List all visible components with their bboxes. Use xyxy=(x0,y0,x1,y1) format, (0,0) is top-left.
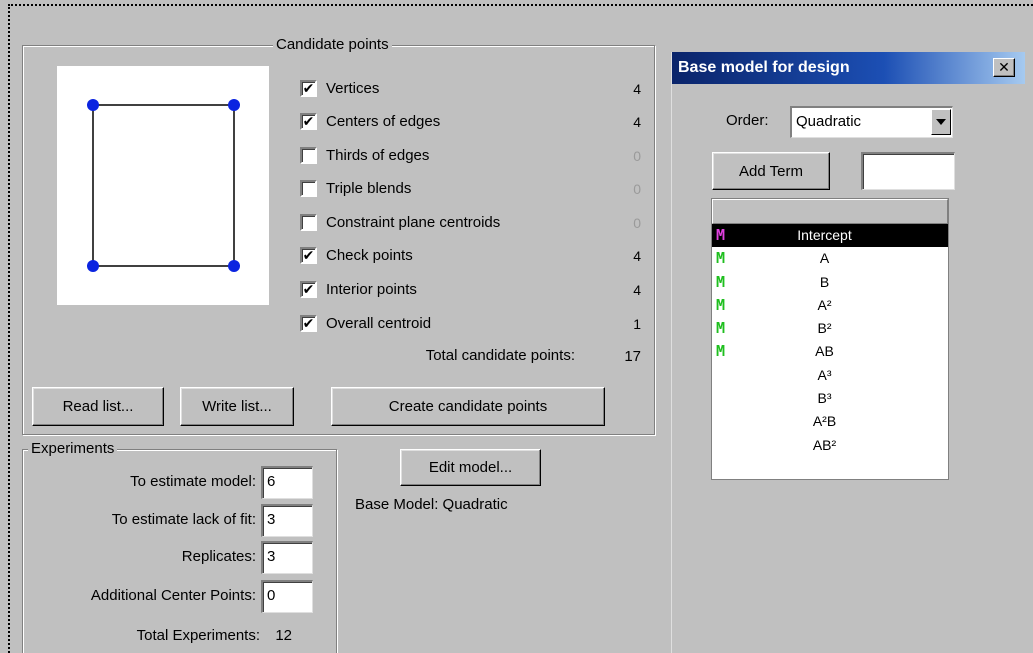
term-name: B xyxy=(819,273,830,290)
vertex-point xyxy=(87,99,99,111)
term-row[interactable]: A³ xyxy=(712,364,948,387)
design-region-plot xyxy=(87,99,240,272)
candidate-option-row[interactable]: ✔ Centers of edges xyxy=(300,110,440,132)
term-row[interactable]: AB² xyxy=(712,434,948,457)
term-row[interactable]: B³ xyxy=(712,387,948,410)
design-region-outline xyxy=(92,104,235,267)
term-row[interactable]: MA xyxy=(712,247,948,270)
candidate-option-label: Triple blends xyxy=(326,179,412,197)
term-row[interactable]: M B² xyxy=(712,317,948,340)
experiment-field-label: To estimate lack of fit: xyxy=(111,511,256,528)
term-name: Intercept xyxy=(797,227,852,243)
term-name: A³ xyxy=(817,366,832,383)
candidate-option-row[interactable]: ✔ Overall centroid xyxy=(300,312,431,334)
design-space-preview xyxy=(57,66,269,305)
close-icon[interactable]: ✕ xyxy=(993,58,1015,77)
model-terms-list[interactable]: M Intercept M A M B M A² M B² M AB A³ B³ A²B AB² xyxy=(711,198,949,480)
add-term-button[interactable]: Add Term xyxy=(712,152,830,190)
candidate-option-row[interactable]: ✔ Interior points xyxy=(300,278,417,300)
candidate-option-count: 1 xyxy=(633,316,641,332)
candidate-points-title: Candidate points xyxy=(273,36,392,54)
total-candidate-label: Total candidate points: xyxy=(425,347,575,364)
experiments-title: Experiments xyxy=(28,440,118,458)
candidate-option-row[interactable]: Constraint plane centroids xyxy=(300,211,500,233)
included-term-icon: M xyxy=(716,319,726,338)
included-term-icon: M xyxy=(716,342,726,361)
term-name: AB² xyxy=(812,436,837,453)
candidate-option-label: Thirds of edges xyxy=(326,146,430,164)
order-select[interactable]: Quadratic xyxy=(790,106,953,138)
checkbox-unchecked-icon[interactable] xyxy=(300,146,317,164)
checkbox-checked-icon[interactable]: ✔ xyxy=(300,79,317,97)
term-row[interactable]: M A² xyxy=(712,294,948,317)
term-name: A xyxy=(819,250,830,267)
term-rows: M Intercept M A M B M A² M B² M AB A³ B³ A²B AB² xyxy=(712,224,948,457)
experiment-field-label: Additional Center Points: xyxy=(90,587,256,604)
experiment-field-input[interactable]: 6 xyxy=(261,466,313,499)
add-term-input[interactable] xyxy=(861,152,955,190)
term-name: AB xyxy=(815,343,834,360)
candidate-option-count: 4 xyxy=(633,114,641,130)
term-row[interactable]: MB xyxy=(712,271,948,294)
term-name: B³ xyxy=(817,390,832,407)
term-name: A²B xyxy=(812,413,837,430)
base-model-dialog: Base model for design ✕ Order: Quadratic… xyxy=(671,52,1025,653)
fixed-term-icon: M xyxy=(716,226,726,244)
create-candidate-points-button[interactable]: Create candidate points xyxy=(331,387,605,426)
checkbox-checked-icon[interactable]: ✔ xyxy=(300,246,317,264)
term-row[interactable]: M Intercept xyxy=(712,224,948,248)
total-experiments-label: Total Experiments: xyxy=(136,627,260,644)
vertex-point xyxy=(228,99,240,111)
candidate-option-count: 4 xyxy=(633,248,641,264)
order-label: Order: xyxy=(726,112,769,129)
included-term-icon: M xyxy=(716,295,726,314)
vertex-point xyxy=(87,260,99,272)
total-experiments-value: 12 xyxy=(275,627,292,644)
checkbox-unchecked-icon[interactable] xyxy=(300,179,317,197)
total-candidate-value: 17 xyxy=(624,348,641,365)
experiment-field-label: To estimate model: xyxy=(130,473,256,490)
candidate-option-label: Vertices xyxy=(326,79,380,97)
dropdown-arrow-icon[interactable] xyxy=(931,109,951,135)
candidate-option-label: Interior points xyxy=(326,280,417,298)
candidate-option-row[interactable]: ✔ Vertices xyxy=(300,77,379,99)
candidate-option-label: Check points xyxy=(326,246,413,264)
checkbox-checked-icon[interactable]: ✔ xyxy=(300,280,317,298)
candidate-option-row[interactable]: ✔ Check points xyxy=(300,244,413,266)
term-row[interactable]: M AB xyxy=(712,340,948,363)
candidate-option-row[interactable]: Thirds of edges xyxy=(300,144,429,166)
vertex-point xyxy=(228,260,240,272)
candidate-option-count: 0 xyxy=(633,148,641,164)
checkbox-checked-icon[interactable]: ✔ xyxy=(300,112,317,130)
write-list-button[interactable]: Write list... xyxy=(180,387,294,426)
checkbox-unchecked-icon[interactable] xyxy=(300,213,317,231)
checkbox-checked-icon[interactable]: ✔ xyxy=(300,314,317,332)
experiment-field-input[interactable]: 0 xyxy=(261,580,313,613)
edit-model-button[interactable]: Edit model... xyxy=(400,449,541,486)
experiment-field-input[interactable]: 3 xyxy=(261,504,313,537)
dialog-titlebar[interactable]: Base model for design ✕ xyxy=(672,52,1025,84)
term-name: A² xyxy=(817,296,832,313)
candidate-option-label: Overall centroid xyxy=(326,314,432,332)
read-list-button[interactable]: Read list... xyxy=(32,387,164,426)
included-term-icon: M xyxy=(716,272,726,291)
candidate-option-row[interactable]: Triple blends xyxy=(300,177,411,199)
included-term-icon: M xyxy=(716,249,726,268)
candidate-option-count: 4 xyxy=(633,81,641,97)
candidate-option-count: 0 xyxy=(633,181,641,197)
candidate-option-label: Constraint plane centroids xyxy=(326,213,501,231)
candidate-option-count: 0 xyxy=(633,215,641,231)
base-model-text: Base Model: Quadratic xyxy=(355,496,508,513)
experiment-field-input[interactable]: 3 xyxy=(261,541,313,574)
term-list-header xyxy=(712,199,948,224)
dialog-title: Base model for design xyxy=(678,59,850,76)
term-name: B² xyxy=(817,320,832,337)
experiment-field-label: Replicates: xyxy=(181,548,256,565)
candidate-option-count: 4 xyxy=(633,282,641,298)
candidate-option-label: Centers of edges xyxy=(326,112,441,130)
order-select-value: Quadratic xyxy=(796,113,862,130)
term-row[interactable]: A²B xyxy=(712,410,948,433)
